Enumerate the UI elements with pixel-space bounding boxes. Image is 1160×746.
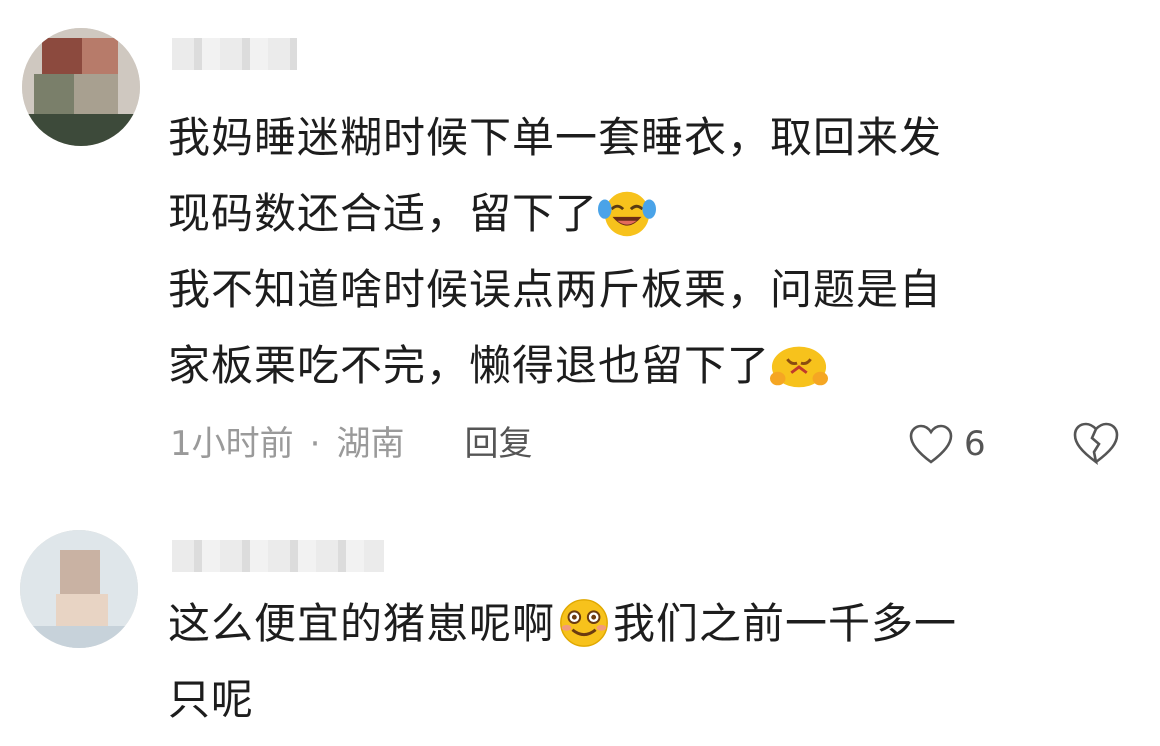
- broken-heart-icon: [1073, 422, 1119, 466]
- like-count: 6: [964, 424, 986, 464]
- username-blurred[interactable]: [172, 540, 384, 572]
- comment-time: 1小时前: [170, 424, 294, 464]
- meta-separator: ·: [309, 424, 321, 464]
- heart-icon: [909, 424, 953, 464]
- laughing-crying-emoji-icon: [598, 187, 657, 239]
- reply-button[interactable]: 回复: [464, 418, 532, 470]
- avatar[interactable]: [20, 530, 138, 648]
- smiling-emoji-icon: [555, 597, 613, 649]
- comment-item: 这么便宜的猪崽呢啊 我们之前一千多一 只呢: [0, 500, 1160, 746]
- dislike-button[interactable]: [1072, 420, 1120, 466]
- comment-text: 这么便宜的猪崽呢啊 我们之前一千多一 只呢: [168, 586, 1118, 738]
- covering-face-emoji-icon: [770, 339, 829, 391]
- comment-location: 湖南: [336, 424, 405, 464]
- username-blurred[interactable]: [172, 38, 297, 70]
- comment-text: 我妈睡迷糊时候下单一套睡衣，取回来发 现码数还合适，留下了 我不知道啥时候误点两…: [168, 113, 943, 391]
- avatar[interactable]: [22, 28, 140, 146]
- like-button[interactable]: 6: [908, 418, 986, 470]
- comment-meta: 1小时前 · 湖南 回复: [170, 418, 532, 470]
- comment-item: 我妈睡迷糊时候下单一套睡衣，取回来发 现码数还合适，留下了 我不知道啥时候误点两…: [0, 0, 1160, 500]
